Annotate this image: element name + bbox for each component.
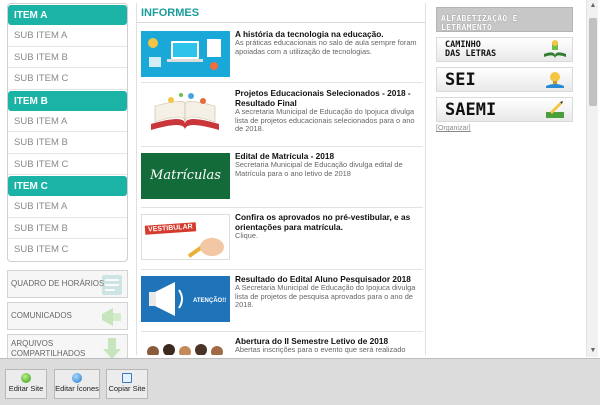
caminho-letras-label: CAMINHO DAS LETRAS: [445, 41, 496, 59]
copy-icon: [122, 373, 132, 383]
news-thumb-vestibular: VESTIBULAR: [141, 214, 230, 260]
news-text: Confira os aprovados no pré-vestibular, …: [235, 212, 423, 241]
menu-a-sub-b[interactable]: SUB ITEM B: [8, 47, 127, 68]
news-item[interactable]: Projetos Educacionais Selecionados - 201…: [141, 86, 423, 142]
comunicados-link[interactable]: COMUNICADOS: [7, 302, 128, 330]
sidebar: ITEM A SUB ITEM A SUB ITEM B SUB ITEM C …: [7, 3, 128, 362]
caminho-letras-banner[interactable]: CAMINHO DAS LETRAS: [436, 37, 573, 62]
arquivos-label: ARQUIVOS COMPARTILHADOS: [11, 339, 85, 359]
pencil-icon: [546, 101, 564, 118]
menu-a-sub-c[interactable]: SUB ITEM C: [8, 68, 127, 90]
quadro-horarios-label: QUADRO DE HORÁRIOS: [11, 279, 105, 288]
menu-item-c[interactable]: ITEM C: [8, 176, 127, 196]
arquivos-label-line1: ARQUIVOS: [11, 339, 54, 348]
alfabetizacao-banner[interactable]: ALFABETIZAÇÃO E LETRAMENTO: [436, 7, 573, 32]
editar-site-button[interactable]: Editar Site: [5, 369, 47, 399]
menu-item-b[interactable]: ITEM B: [8, 90, 127, 111]
menu-c-sub-b[interactable]: SUB ITEM B: [8, 218, 127, 239]
news-text: Abertura do II Semestre Letivo de 2018 A…: [235, 336, 423, 355]
news-text: Projetos Educacionais Selecionados - 201…: [235, 88, 423, 134]
menu-b-sub-a[interactable]: SUB ITEM A: [8, 111, 127, 132]
alfabetizacao-label: ALFABETIZAÇÃO E LETRAMENTO: [441, 14, 518, 32]
menu-c-sub-a[interactable]: SUB ITEM A: [8, 196, 127, 218]
organizar-link[interactable]: [Organizar]: [436, 125, 573, 132]
quadro-horarios-link[interactable]: QUADRO DE HORÁRIOS: [7, 270, 128, 298]
saemi-label: SAEMI: [445, 100, 497, 120]
news-summary: Abertas inscrições para o evento que ser…: [235, 345, 406, 354]
atencao-thumb-text: ATENÇÃO!!: [193, 298, 227, 304]
copiar-site-button[interactable]: Copiar Site: [106, 369, 148, 399]
news-summary: A secretaria Municipal de Educação do Ip…: [235, 107, 415, 133]
menu-c-sub-c[interactable]: SUB ITEM C: [8, 239, 127, 261]
caminho-line2: DAS LETRAS: [445, 49, 497, 59]
news-item[interactable]: Abertura do II Semestre Letivo de 2018 A…: [141, 334, 423, 355]
news-text: Edital de Matrícula - 2018 Secretaria Mu…: [235, 151, 423, 178]
news-item[interactable]: VESTIBULAR Confira os aprovados no pré-v…: [141, 210, 423, 268]
menu-a-sub-a[interactable]: SUB ITEM A: [8, 25, 127, 47]
matriculas-thumb-text: Matrículas: [150, 168, 221, 183]
copiar-site-label: Copiar Site: [108, 384, 146, 393]
clock-icon: [102, 275, 122, 295]
scroll-thumb[interactable]: [589, 18, 597, 106]
vertical-scrollbar[interactable]: ▲ ▼: [586, 0, 598, 357]
sei-banner[interactable]: SEI: [436, 67, 573, 92]
open-book-icon: [544, 40, 566, 59]
news-thumb-people: [141, 338, 230, 355]
megaphone-icon: [102, 308, 121, 326]
sei-label: SEI: [445, 70, 476, 90]
feed-title: INFORMES: [137, 3, 425, 23]
news-title[interactable]: Projetos Educacionais Selecionados - 201…: [235, 88, 423, 108]
news-thumb-matriculas: Matrículas: [141, 153, 230, 199]
add-green-icon: [21, 373, 31, 383]
menu-b-sub-b[interactable]: SUB ITEM B: [8, 132, 127, 154]
news-summary: As práticas educacionais no salo de aula…: [235, 38, 417, 56]
right-panel: ALFABETIZAÇÃO E LETRAMENTO CAMINHO DAS LE…: [436, 7, 573, 347]
menu-item-a[interactable]: ITEM A: [8, 5, 127, 25]
add-blue-icon: [72, 373, 82, 383]
saemi-banner[interactable]: SAEMI: [436, 97, 573, 122]
news-summary: Secretaria Municipal de Educação divulga…: [235, 160, 403, 178]
news-summary: Clique.: [235, 231, 259, 240]
arquivos-label-line2: COMPARTILHADOS: [11, 349, 86, 358]
editar-site-label: Editar Site: [8, 384, 44, 393]
news-item[interactable]: ATENÇÃO!! Resultado do Edital Aluno Pesq…: [141, 272, 423, 328]
news-thumb-tech: [141, 31, 230, 77]
news-thumb-book: [141, 90, 230, 136]
news-summary: A Secretaria Municipal de Educação do Ip…: [235, 283, 416, 309]
news-text: A história da tecnologia na educação. As…: [235, 29, 423, 56]
news-thumb-atencao: ATENÇÃO!!: [141, 276, 230, 322]
scroll-down-icon[interactable]: ▼: [587, 345, 599, 357]
comunicados-label: COMUNICADOS: [11, 311, 72, 320]
news-item[interactable]: Matrículas Edital de Matrícula - 2018 Se…: [141, 149, 423, 205]
news-text: Resultado do Edital Aluno Pesquisador 20…: [235, 274, 423, 310]
lamp-icon: [546, 72, 564, 88]
scroll-up-icon[interactable]: ▲: [587, 0, 599, 12]
news-item[interactable]: A história da tecnologia na educação. As…: [141, 27, 423, 81]
menu-b-sub-c[interactable]: SUB ITEM C: [8, 154, 127, 175]
editar-icones-button[interactable]: Editar Ícones: [54, 369, 100, 399]
news-title[interactable]: Confira os aprovados no pré-vestibular, …: [235, 212, 423, 232]
sidebar-menu: ITEM A SUB ITEM A SUB ITEM B SUB ITEM C …: [7, 3, 128, 262]
bottom-toolbar: Editar Site Editar Ícones Copiar Site: [0, 358, 600, 405]
editar-icones-label: Editar Ícones: [55, 384, 99, 393]
informes-feed: INFORMES A história da tecnologia na edu…: [136, 3, 426, 355]
